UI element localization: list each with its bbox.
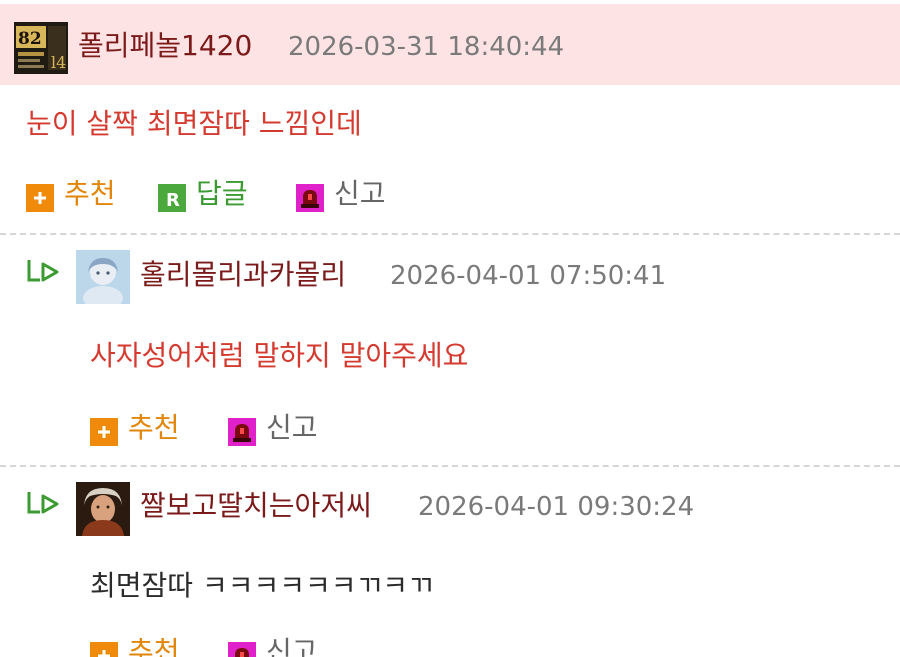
timestamp: 2026-03-31 18:40:44 [288, 32, 565, 62]
comment-item-nested: 짤보고딸치는아저씨 2026-04-01 09:30:24 최면잠따 ㅋㅋㅋㅋㅋ… [0, 466, 900, 657]
siren-icon [228, 642, 256, 657]
avatar[interactable] [76, 250, 130, 304]
svg-text:R: R [166, 190, 180, 211]
report-label: 신고 [266, 411, 318, 444]
nickname[interactable]: 짤보고딸치는아저씨 [140, 489, 372, 523]
comment-body: 사자성어처럼 말하지 말아주세요 [90, 339, 469, 372]
timestamp: 2026-04-01 09:30:24 [418, 492, 695, 522]
siren-icon [228, 418, 256, 446]
siren-icon [296, 184, 324, 212]
timestamp: 2026-04-01 07:50:41 [390, 261, 667, 291]
plus-icon [90, 642, 118, 657]
plus-icon [26, 184, 54, 212]
comment-thread: 82 l4 폴리페놀1420 2026-03-31 18:40:44 눈이 살짝… [0, 0, 900, 657]
svg-text:82: 82 [18, 29, 42, 49]
comment-body: 눈이 살짝 최면잠따 느낌인데 [26, 107, 362, 140]
nested-reply-arrow-icon [27, 260, 59, 282]
recommend-label: 추천 [128, 635, 180, 657]
recommend-label: 추천 [128, 411, 180, 444]
nickname[interactable]: 폴리페놀1420 [78, 29, 252, 63]
comment-item: 82 l4 폴리페놀1420 2026-03-31 18:40:44 눈이 살짝… [0, 0, 900, 232]
reply-r-icon: R [158, 184, 186, 212]
avatar[interactable]: 82 l4 [14, 22, 68, 74]
recommend-label: 추천 [64, 177, 116, 210]
comment-header-highlighted: 82 l4 폴리페놀1420 2026-03-31 18:40:44 [0, 4, 900, 85]
nickname[interactable]: 홀리몰리과카몰리 [140, 258, 346, 292]
plus-icon [90, 418, 118, 446]
reply-label: 답글 [196, 177, 248, 210]
svg-text:l4: l4 [51, 53, 66, 72]
comment-item-nested: 홀리몰리과카몰리 2026-04-01 07:50:41 사자성어처럼 말하지 … [0, 234, 900, 464]
comment-body: 최면잠따 ㅋㅋㅋㅋㅋㅋㄲㅋㄲ [90, 569, 434, 602]
nested-reply-arrow-icon [27, 492, 59, 514]
report-label: 신고 [334, 177, 386, 210]
avatar[interactable] [76, 482, 130, 536]
report-label: 신고 [266, 635, 318, 657]
